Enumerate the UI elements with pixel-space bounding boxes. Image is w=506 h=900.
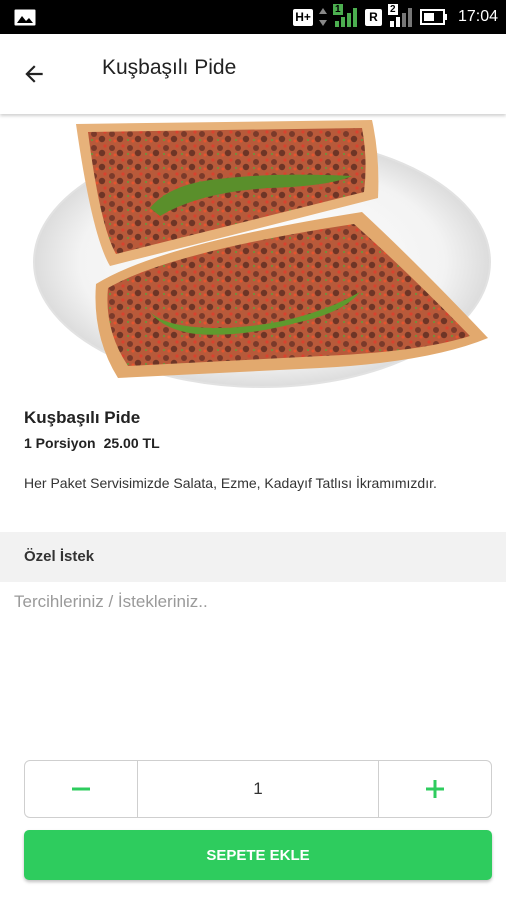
status-time: 17:04 xyxy=(457,8,498,25)
quantity-value: 1 xyxy=(137,761,379,817)
product-name: Kuşbaşılı Pide xyxy=(24,408,141,427)
increment-button[interactable] xyxy=(379,761,491,817)
plus-icon xyxy=(426,780,444,798)
signal-sim2: 2 xyxy=(387,4,414,28)
network-type-badge: H+ xyxy=(293,8,313,26)
decrement-button[interactable] xyxy=(25,761,137,817)
battery-icon xyxy=(419,9,447,25)
arrow-left-icon xyxy=(25,65,43,83)
page-title: Kuşbaşılı Pide xyxy=(102,56,237,79)
portion-label: 1 Porsiyon xyxy=(24,435,96,451)
sim1-label: 1 xyxy=(332,4,343,15)
add-to-cart-button[interactable]: SEPETE EKLE xyxy=(24,830,492,880)
app-bar: Kuşbaşılı Pide xyxy=(0,34,506,114)
price-label: 25.00 TL xyxy=(103,435,160,451)
special-request-header: Özel İstek xyxy=(0,532,506,582)
special-request-input[interactable] xyxy=(14,592,492,742)
back-button[interactable] xyxy=(14,54,54,94)
pide-photo xyxy=(0,116,506,396)
minus-icon xyxy=(72,787,90,791)
sim2-label: 2 xyxy=(387,4,398,15)
product-image xyxy=(0,116,506,396)
status-bar: H+ 1 R 2 17:04 xyxy=(0,0,506,34)
roaming-badge: R xyxy=(364,8,382,26)
special-request-title: Özel İstek xyxy=(24,548,95,565)
data-arrows-icon xyxy=(318,8,327,26)
portion-price-row: 1 Porsiyon 25.00 TL xyxy=(24,435,160,451)
quantity-stepper: 1 xyxy=(24,760,492,818)
gallery-icon xyxy=(14,9,36,26)
signal-sim1: 1 xyxy=(332,4,359,28)
product-note: Her Paket Servisimizde Salata, Ezme, Kad… xyxy=(24,475,437,491)
